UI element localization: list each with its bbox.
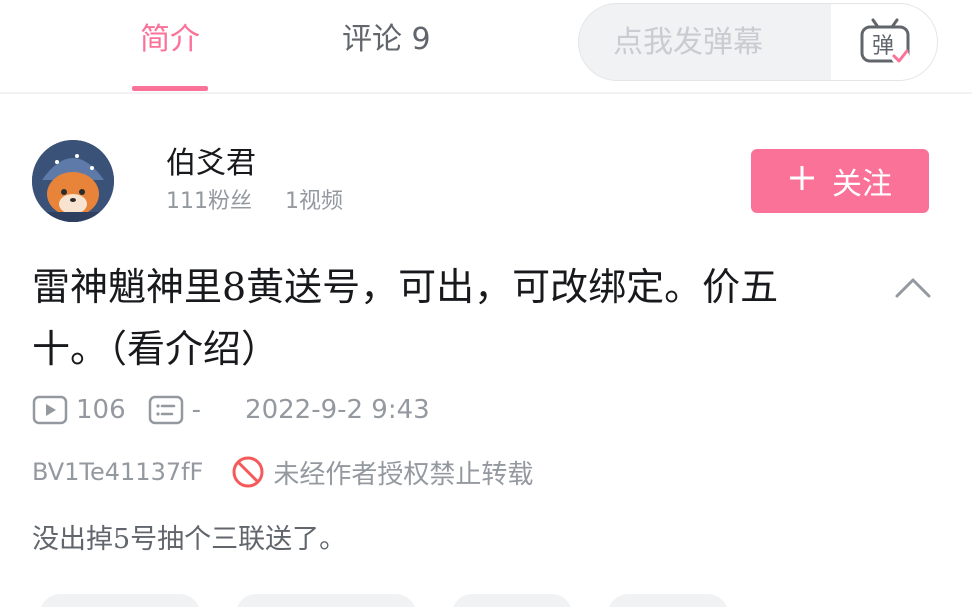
bvid[interactable]: BV1Te41137fF	[32, 458, 203, 486]
danmaku-count-icon	[148, 395, 183, 425]
video-title: 雷神魈神里8黄送号，可出，可改绑定。价五十。（看介绍）	[32, 265, 779, 371]
author-video-count: 1视频	[285, 189, 343, 214]
author-fans-count: 111粉丝	[166, 189, 252, 214]
video-description: 没出掉5号抽个三联送了。	[32, 524, 347, 555]
danmaku-toggle-button[interactable]: 弹	[831, 4, 937, 80]
danmaku-count: -	[148, 395, 201, 425]
tag-chip[interactable]	[40, 594, 200, 607]
bvid-row: BV1Te41137fF 未经作者授权禁止转载	[32, 452, 533, 492]
author-stats: 111粉丝 1视频	[166, 186, 369, 218]
tag-list	[40, 594, 728, 607]
collapse-button[interactable]	[888, 266, 938, 310]
author-name[interactable]: 伯爻君	[166, 144, 256, 184]
danmaku-icon-glyph: 弹	[872, 34, 894, 59]
publish-date: 2022-9-2 9:43	[245, 395, 430, 425]
video-meta: 106 - 2022-9-2 9:43	[32, 390, 430, 430]
tab-intro[interactable]: 简介	[140, 20, 200, 60]
tab-comments[interactable]: 评论 9	[342, 20, 431, 60]
danmaku-bar: 弹	[578, 3, 938, 81]
danmaku-input[interactable]	[579, 4, 831, 80]
follow-button[interactable]: 关注	[751, 149, 929, 213]
author-avatar[interactable]	[32, 140, 114, 222]
danmaku-count-value: -	[191, 395, 202, 425]
tab-bar: 简介 评论 9 弹	[0, 0, 972, 94]
play-count-value: 106	[76, 395, 126, 425]
tag-chip[interactable]	[608, 594, 728, 607]
tag-chip[interactable]	[236, 594, 416, 607]
follow-label: 关注	[832, 167, 892, 202]
no-repost-icon	[232, 456, 264, 488]
tab-active-indicator	[132, 86, 208, 91]
collapse-chevron-icon	[895, 278, 931, 298]
tag-chip[interactable]	[452, 594, 572, 607]
play-count: 106	[32, 395, 126, 425]
danmaku-tv-icon: 弹	[859, 18, 911, 66]
copyright-notice: 未经作者授权禁止转载	[273, 459, 534, 490]
plus-icon	[788, 163, 816, 199]
play-count-icon	[32, 395, 68, 425]
